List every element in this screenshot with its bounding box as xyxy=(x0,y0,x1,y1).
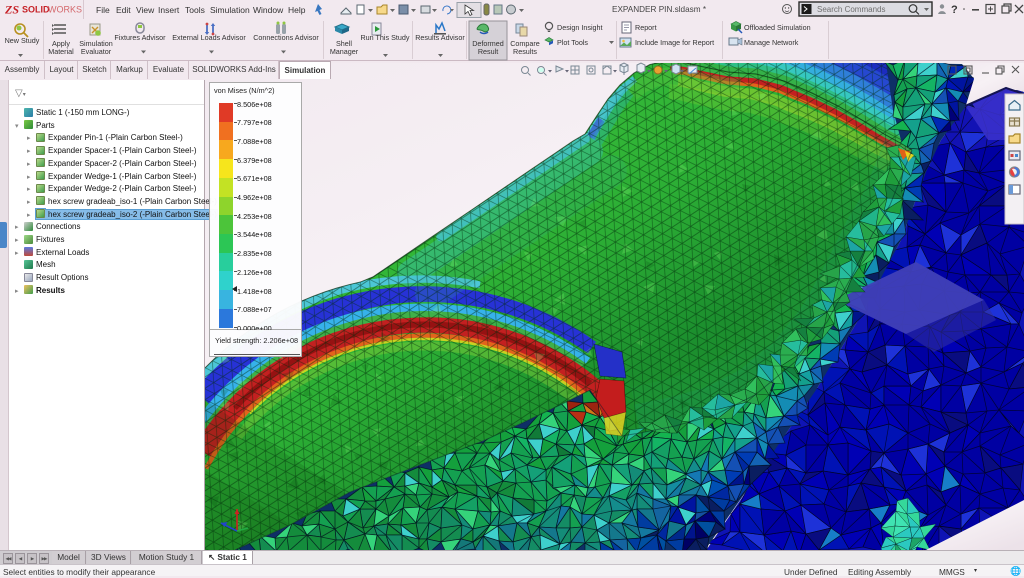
svg-text:EXPANDER PIN.sldasm *: EXPANDER PIN.sldasm * xyxy=(612,5,707,14)
svg-text:Search Commands: Search Commands xyxy=(817,5,885,14)
svg-text:?: ? xyxy=(951,4,958,16)
